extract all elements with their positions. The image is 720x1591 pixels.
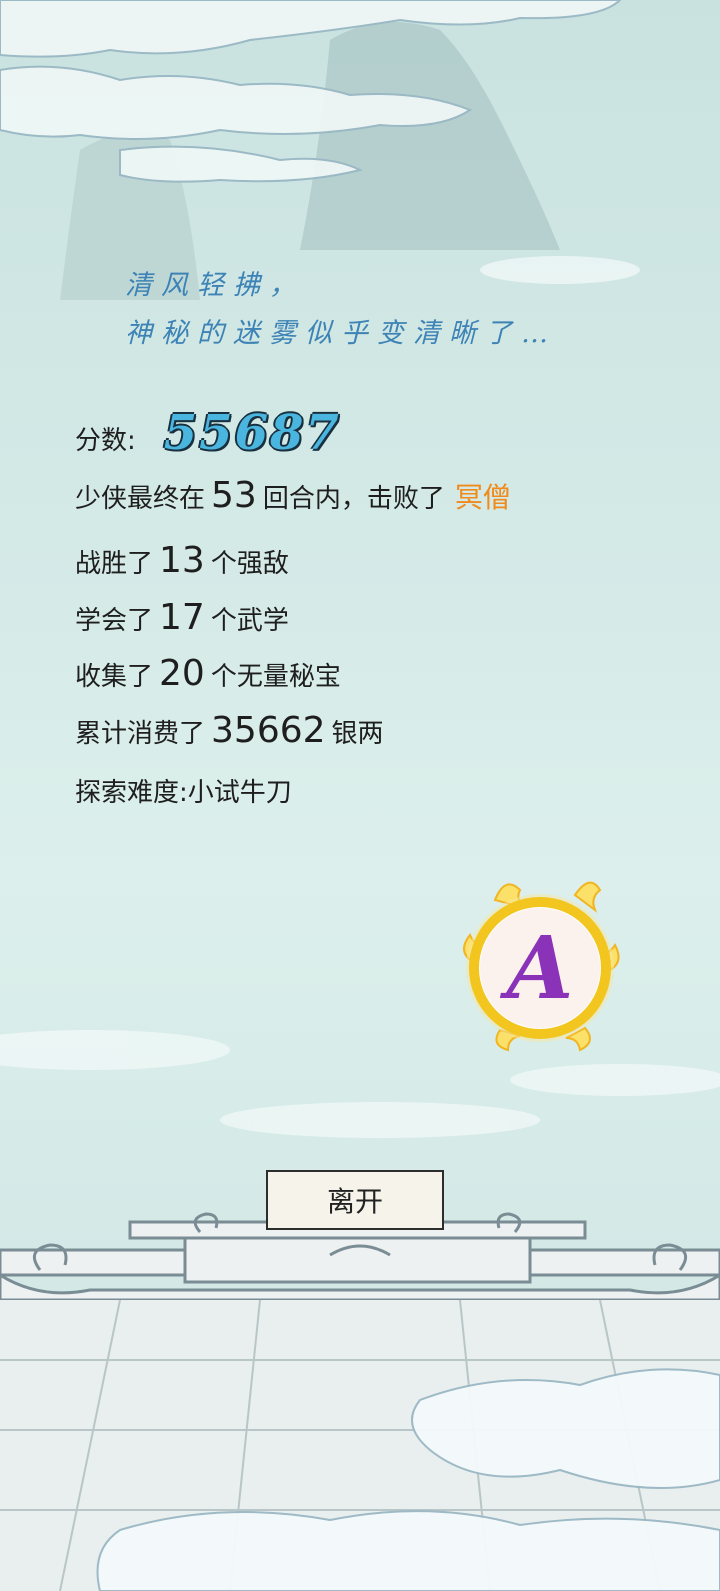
learned-count: 17	[159, 597, 205, 638]
learned-suffix: 个武学	[210, 606, 289, 636]
defeat-middle: 回合内，击败了	[262, 484, 445, 514]
difficulty-text: 探索难度:小试牛刀	[75, 778, 292, 808]
collected-suffix: 个无量秘宝	[210, 662, 341, 692]
leave-button-label: 离开	[326, 1185, 383, 1218]
difficulty-row: 探索难度:小试牛刀	[75, 772, 292, 809]
score-value: 55687	[163, 405, 341, 461]
spent-row: 累计消费了 35662 银两	[75, 710, 384, 751]
grade-letter: A	[500, 918, 574, 1019]
boss-name: 冥僧	[454, 481, 511, 514]
poem-line-1: 清风轻拂，	[125, 270, 305, 301]
collected-row: 收集了 20 个无量秘宝	[75, 653, 341, 694]
won-count: 13	[159, 540, 205, 581]
spent-suffix: 银两	[331, 719, 384, 749]
score-label: 分数:	[75, 426, 136, 456]
learned-prefix: 学会了	[75, 606, 154, 636]
rounds-count: 53	[211, 475, 257, 516]
poem-line-2: 神秘的迷雾似乎变清晰了…	[125, 318, 557, 349]
won-prefix: 战胜了	[75, 549, 154, 579]
score-row: 分数: 55687	[75, 405, 341, 461]
collected-count: 20	[159, 653, 205, 694]
won-suffix: 个强敌	[210, 549, 289, 579]
collected-prefix: 收集了	[75, 662, 154, 692]
defeat-row: 少侠最终在 53 回合内，击败了 冥僧	[75, 475, 511, 516]
learned-row: 学会了 17 个武学	[75, 597, 289, 638]
grade-a-flame-badge-icon: A	[463, 881, 620, 1052]
flavor-poem: 清风轻拂， 神秘的迷雾似乎变清晰了…	[125, 262, 557, 358]
spent-prefix: 累计消费了	[75, 719, 206, 749]
leave-button[interactable]: 离开	[266, 1170, 444, 1230]
spent-amount: 35662	[211, 710, 326, 751]
defeat-prefix: 少侠最终在	[75, 484, 206, 514]
won-row: 战胜了 13 个强敌	[75, 540, 289, 581]
